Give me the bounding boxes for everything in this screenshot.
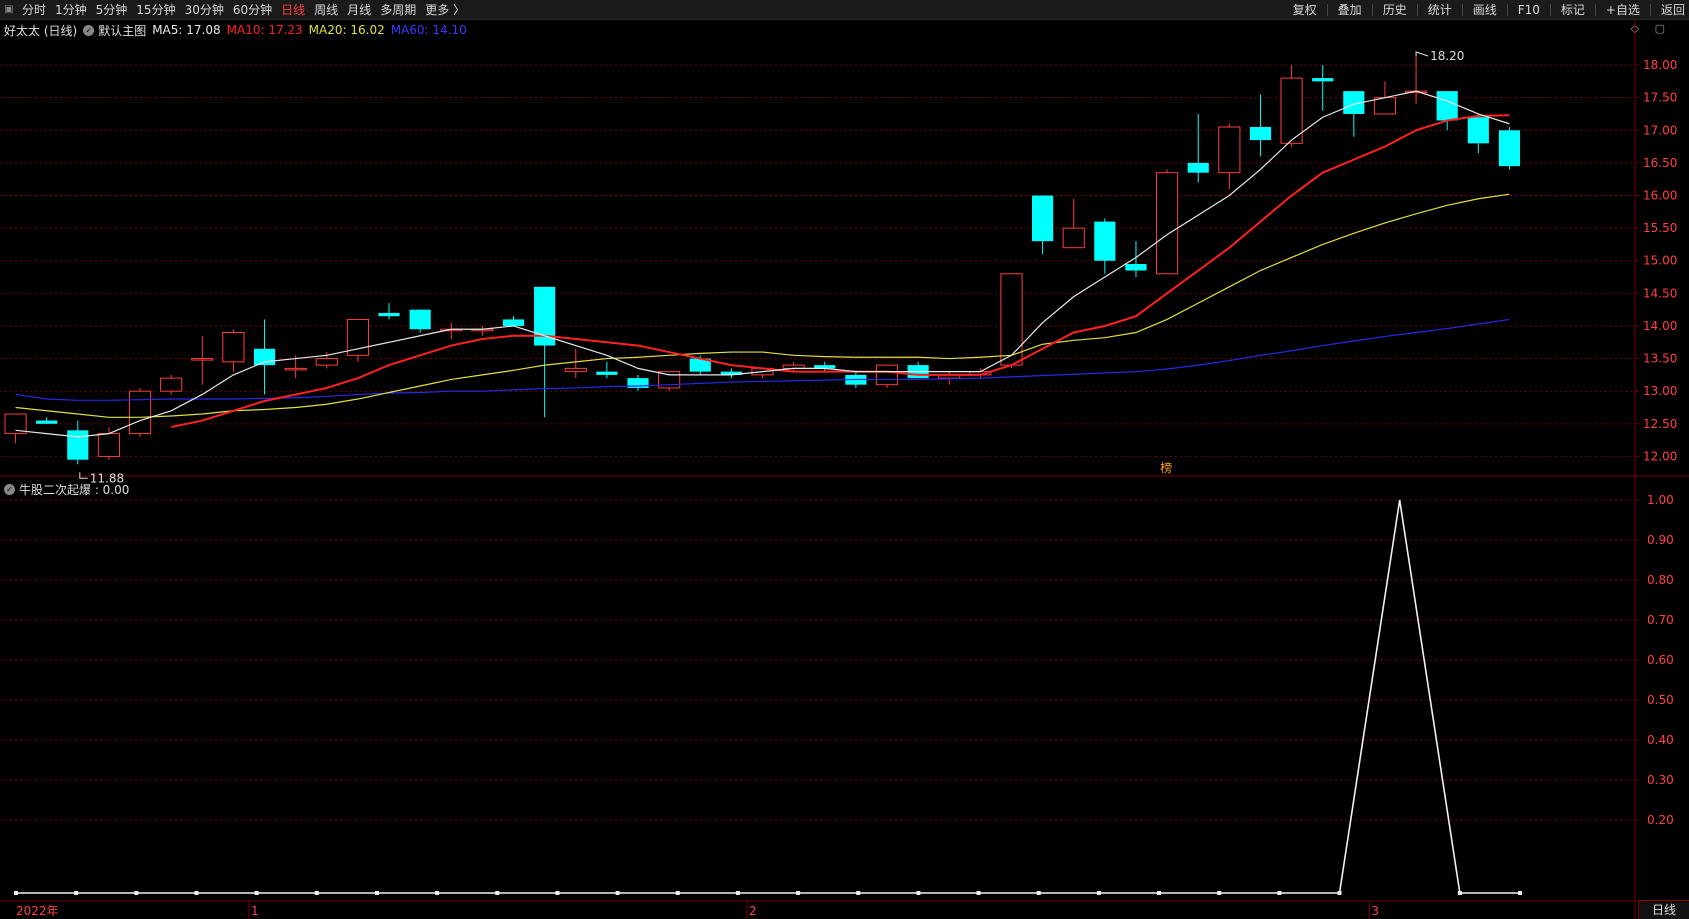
indicator-tick-label: 1.00 — [1647, 493, 1674, 507]
price-tick-label: 17.50 — [1643, 91, 1677, 105]
signal-point — [374, 891, 379, 895]
indicator-tick-label: 0.20 — [1647, 813, 1674, 827]
indicator-tick-label: 0.30 — [1647, 773, 1674, 787]
period-corner-label[interactable]: 日线 — [1638, 900, 1689, 919]
signal-point — [134, 891, 139, 895]
candle-body — [1156, 172, 1179, 275]
signal-point — [1457, 891, 1462, 895]
candle-body — [191, 358, 214, 361]
signal-point — [796, 891, 801, 895]
candle-body — [1032, 195, 1054, 242]
price-tick-label: 16.00 — [1643, 189, 1677, 203]
signal-point — [1277, 891, 1282, 895]
candle-body — [253, 348, 276, 366]
candle-body — [1000, 273, 1023, 366]
candle-body — [1312, 78, 1334, 82]
indicator-tick-label: 0.70 — [1647, 613, 1674, 627]
time-label: 2 — [749, 904, 757, 918]
price-tick-label: 14.50 — [1643, 286, 1677, 300]
candle-body — [1498, 130, 1521, 167]
candle-body — [284, 367, 307, 371]
time-label: 3 — [1371, 904, 1379, 918]
signal-point — [254, 891, 259, 895]
bang-marker-icon: 榜 — [1160, 460, 1172, 475]
candle-body — [1125, 264, 1147, 271]
price-tick-label: 15.00 — [1643, 254, 1677, 268]
signal-line — [16, 499, 1520, 894]
price-tick-label: 13.00 — [1643, 384, 1677, 398]
low-label: 11.88 — [90, 471, 124, 485]
kline-chart[interactable]: 12.00 12.50 13.00 13.50 14.00 14.50 15.00 15.50… — [0, 0, 1689, 919]
candle-body — [1280, 77, 1303, 144]
candle-body — [1467, 117, 1489, 144]
candle-body — [409, 309, 431, 330]
signal-point — [1518, 891, 1522, 895]
time-label: 2022年 — [16, 904, 59, 918]
time-label: 1 — [251, 904, 259, 918]
signal-point — [194, 891, 199, 895]
candle-body — [128, 390, 152, 435]
candle-body — [1094, 221, 1116, 261]
signal-point — [314, 891, 319, 895]
signal-point — [14, 891, 18, 895]
candle-body — [222, 331, 245, 363]
candle-body — [502, 319, 525, 326]
candle-body — [97, 433, 121, 457]
signal-point — [1337, 891, 1342, 895]
price-tick-label: 15.50 — [1643, 221, 1677, 235]
signal-point — [1036, 891, 1041, 895]
price-tick-label: 18.00 — [1643, 58, 1677, 72]
candle-body — [564, 367, 587, 373]
price-tick-label: 12.50 — [1643, 417, 1677, 431]
price-tick-label: 13.50 — [1643, 352, 1677, 366]
high-label: 18.20 — [1430, 49, 1464, 63]
candle-body — [1249, 127, 1272, 141]
indicator-tick-label: 0.80 — [1647, 573, 1674, 587]
price-tick-label: 17.00 — [1643, 123, 1677, 137]
signal-point — [495, 891, 500, 895]
indicator-tick-label: 0.90 — [1647, 533, 1674, 547]
signal-point — [1096, 891, 1101, 895]
signal-point — [976, 891, 981, 895]
signal-point — [1157, 891, 1162, 895]
candle-body — [1218, 126, 1241, 174]
indicator-tick-label: 0.60 — [1647, 653, 1674, 667]
price-tick-label: 14.00 — [1643, 319, 1677, 333]
candle-body — [315, 358, 338, 366]
candle-body — [36, 420, 58, 424]
high-marker — [1415, 51, 1429, 57]
candle-body — [160, 377, 183, 392]
signal-point — [615, 891, 620, 895]
candle-body — [1436, 91, 1458, 121]
signal-point — [856, 891, 861, 895]
signal-point — [555, 891, 560, 895]
signal-point — [1217, 891, 1222, 895]
candle-body — [1373, 97, 1397, 115]
candle-body — [67, 430, 89, 460]
signal-point — [916, 891, 921, 895]
signal-point — [735, 891, 740, 895]
price-tick-label: 12.00 — [1643, 449, 1677, 463]
candle-body — [378, 312, 400, 317]
signal-point — [74, 891, 79, 895]
candle-body — [1062, 227, 1085, 249]
price-tick-label: 16.50 — [1643, 156, 1677, 170]
signal-point — [435, 891, 440, 895]
low-marker — [79, 472, 88, 479]
candle-body — [875, 364, 899, 386]
signal-point — [675, 891, 680, 895]
indicator-tick-label: 0.40 — [1647, 733, 1674, 747]
candle-body — [596, 371, 618, 375]
indicator-tick-label: 0.50 — [1647, 693, 1674, 707]
candle-body — [1187, 162, 1209, 173]
